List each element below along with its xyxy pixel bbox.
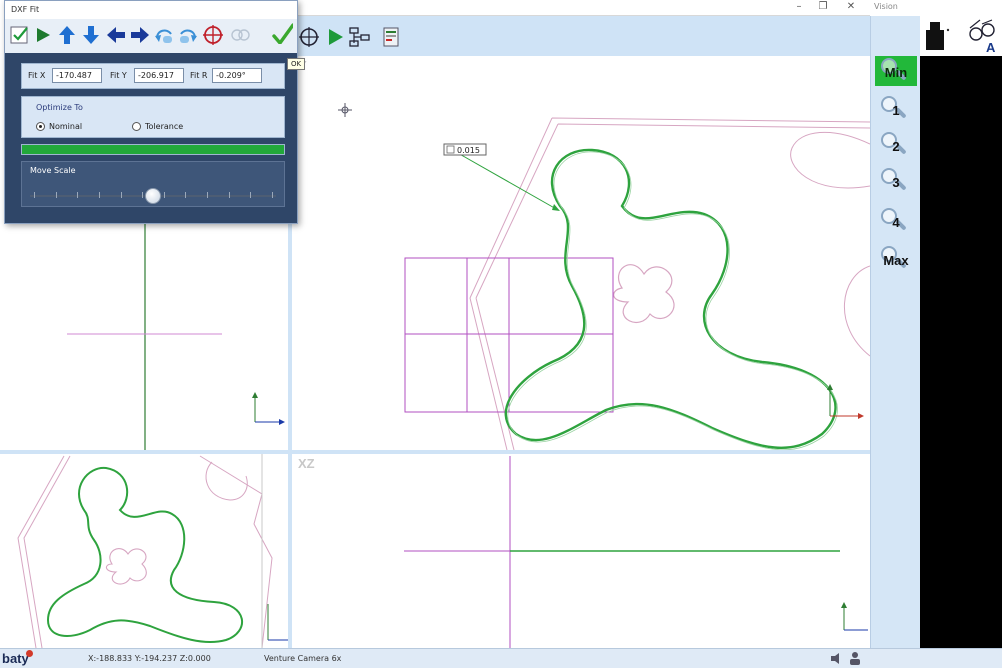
crosshair-target-icon[interactable] — [202, 24, 224, 46]
zoom-4-button[interactable]: 4 — [875, 206, 917, 236]
fit-values-group: Fit X Fit Y Fit R — [21, 63, 285, 89]
coordinate-readout: X:-188.833 Y:-194.237 Z:0.000 — [88, 654, 211, 663]
viewport-bottom-left[interactable] — [0, 454, 288, 648]
fit-y-input[interactable] — [134, 68, 184, 83]
zoom-1-button[interactable]: 1 — [875, 94, 917, 124]
tolerance-annotation-text: 0.015 — [457, 146, 480, 155]
report-icon[interactable] — [380, 26, 402, 48]
slider-tick — [120, 192, 122, 198]
main-toolbar — [298, 16, 870, 56]
close-button[interactable]: ✕ — [842, 1, 860, 12]
run-icon[interactable] — [324, 26, 346, 48]
user-icon[interactable] — [848, 651, 862, 666]
dxf-fit-dialog: DXF Fit Fit X -170.487 Fit Y -206.917 Fi… — [4, 0, 298, 224]
arrow-left-icon[interactable] — [105, 24, 127, 46]
dialog-titlebar: DXF Fit — [5, 1, 297, 19]
viewport-top-right[interactable]: Y — [292, 56, 870, 450]
fit-y-label: Fit Y — [110, 71, 127, 80]
arrow-right-icon[interactable] — [129, 24, 151, 46]
radio-tolerance-label: Tolerance — [145, 122, 184, 131]
slider-tick — [250, 192, 252, 198]
zoom-3-button[interactable]: 3 — [875, 166, 917, 196]
checklist-icon[interactable] — [9, 24, 31, 46]
inner-cross-profile — [613, 264, 675, 324]
optimize-group: Optimize To Nominal Tolerance — [21, 96, 285, 138]
slider-tick — [55, 192, 57, 198]
status-bar: baty X:-188.833 Y:-194.237 Z:0.000 Ventu… — [0, 648, 1002, 668]
move-scale-title: Move Scale — [30, 166, 76, 175]
slider-tick — [34, 192, 35, 198]
xz-view-drawing — [404, 456, 868, 648]
eyeglasses-auto-icon[interactable]: A — [966, 18, 1000, 54]
play-icon[interactable] — [33, 24, 55, 46]
radio-nominal-label: Nominal — [49, 122, 83, 131]
overview-green-profile — [46, 466, 243, 644]
main-titlebar: – ❐ ✕ — [298, 0, 870, 16]
optimize-title: Optimize To — [36, 103, 83, 112]
zoom-panel: Min 1 2 3 4 Max — [870, 16, 920, 648]
camera-icon[interactable] — [922, 20, 952, 52]
app-titlebar: Vision — [870, 0, 1002, 16]
radio-nominal[interactable] — [36, 122, 45, 131]
fit-progress-bar — [21, 144, 285, 155]
xy-view-drawing: 0.015 — [338, 103, 870, 450]
move-scale-group: Move Scale — [21, 161, 285, 207]
arrow-down-icon[interactable] — [81, 24, 103, 46]
rotate-right-hand-icon[interactable] — [177, 24, 199, 46]
dialog-title: DXF Fit — [11, 5, 40, 14]
slider-tick — [228, 192, 230, 198]
slider-tick — [185, 192, 187, 198]
slider-tick — [98, 192, 100, 198]
viewport-bottom-right[interactable]: XZ — [292, 454, 870, 648]
annotation-leader — [455, 151, 559, 211]
slider-tick — [142, 192, 144, 198]
zoom-2-button[interactable]: 2 — [875, 130, 917, 160]
radio-tolerance[interactable] — [132, 122, 141, 131]
fit-x-input[interactable] — [52, 68, 102, 83]
ok-tooltip: OK — [287, 58, 306, 70]
camera-name: Venture Camera 6x — [264, 654, 342, 663]
baty-logo: baty — [2, 651, 29, 666]
zoom-min-button[interactable]: Min — [875, 56, 917, 86]
fit-r-label: Fit R — [190, 71, 208, 80]
link-rings-icon[interactable] — [229, 24, 251, 46]
speaker-icon[interactable] — [830, 652, 842, 665]
arrow-up-icon[interactable] — [57, 24, 79, 46]
crosshair-circle-icon[interactable] — [298, 26, 320, 48]
fit-r-input[interactable] — [212, 68, 262, 83]
camera-feed-panel — [920, 56, 1002, 648]
overview-drawing — [17, 454, 288, 648]
restore-button[interactable]: ❐ — [814, 1, 832, 12]
hierarchy-icon[interactable] — [348, 26, 370, 48]
zoom-max-button[interactable]: Max — [875, 244, 917, 274]
move-scale-thumb[interactable] — [145, 188, 161, 204]
fit-x-label: Fit X — [28, 71, 46, 80]
viewport-label: XZ — [298, 456, 315, 471]
logo-dot-icon — [26, 650, 33, 657]
cursor-crosshair-icon — [338, 103, 352, 117]
slider-tick — [163, 192, 165, 198]
checkmark-icon[interactable] — [271, 22, 293, 44]
dialog-toolbar — [5, 19, 297, 53]
svg-text:A: A — [986, 40, 996, 54]
rotate-left-hand-icon[interactable] — [153, 24, 175, 46]
minimize-button[interactable]: – — [790, 1, 808, 12]
slider-tick — [272, 192, 273, 198]
slider-tick — [207, 192, 209, 198]
app-title: Vision — [874, 2, 898, 11]
slider-tick — [77, 192, 79, 198]
